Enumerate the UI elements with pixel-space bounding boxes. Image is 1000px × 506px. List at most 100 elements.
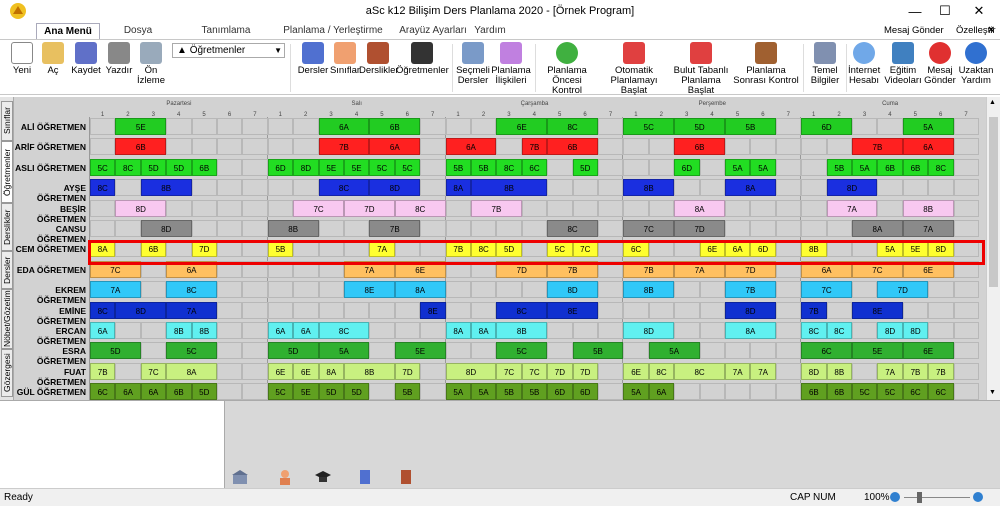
teacher-name[interactable]: ESRA ÖĞRETMEN — [14, 346, 89, 366]
lesson-card[interactable]: 8C — [801, 322, 827, 339]
lesson-card[interactable]: 6D — [750, 240, 776, 258]
empty-slot[interactable] — [953, 342, 979, 360]
empty-slot[interactable] — [699, 158, 725, 176]
empty-slot[interactable] — [725, 220, 751, 237]
empty-slot[interactable] — [598, 362, 624, 380]
lesson-card[interactable]: 5B — [496, 383, 522, 400]
lesson-card[interactable]: 6B — [877, 158, 903, 176]
empty-slot[interactable] — [775, 118, 802, 135]
empty-slot[interactable] — [267, 179, 294, 197]
empty-slot[interactable] — [420, 118, 446, 135]
lesson-card[interactable]: 8C — [90, 301, 116, 319]
lesson-card[interactable]: 8C — [496, 301, 548, 319]
lesson-card[interactable]: 7C — [521, 362, 548, 380]
empty-slot[interactable] — [293, 260, 319, 278]
book-icon[interactable] — [357, 469, 373, 485]
empty-slot[interactable] — [928, 179, 954, 197]
lesson-card[interactable]: 8A — [318, 362, 344, 380]
bulut-planlama-button[interactable]: Bulut Tabanlı Planlama Başlat — [670, 42, 732, 96]
yeni-button[interactable]: Yeni — [9, 42, 35, 76]
lesson-card[interactable]: 7B — [445, 240, 471, 258]
lesson-card[interactable]: 6A — [725, 240, 751, 258]
yazdir-button[interactable]: Yazdır — [104, 42, 134, 76]
lesson-card[interactable]: 8C — [471, 240, 497, 258]
lesson-card[interactable]: 7B — [318, 138, 370, 156]
lesson-card[interactable]: 8C — [318, 322, 370, 339]
lesson-card[interactable]: 5C — [877, 383, 903, 400]
lesson-card[interactable]: 5D — [90, 342, 141, 360]
empty-slot[interactable] — [217, 342, 243, 360]
lesson-card[interactable]: 8D — [826, 179, 878, 197]
empty-slot[interactable] — [750, 342, 776, 360]
empty-slot[interactable] — [699, 301, 725, 319]
lesson-card[interactable]: 6A — [140, 383, 167, 400]
empty-slot[interactable] — [318, 301, 344, 319]
empty-slot[interactable] — [166, 240, 192, 258]
empty-slot[interactable] — [242, 342, 268, 360]
lesson-card[interactable]: 5D — [344, 383, 370, 400]
empty-slot[interactable] — [775, 158, 802, 176]
lesson-card[interactable]: 5C — [547, 240, 573, 258]
lesson-card[interactable]: 7A — [674, 260, 725, 278]
empty-slot[interactable] — [725, 383, 751, 400]
empty-slot[interactable] — [293, 138, 319, 156]
lesson-card[interactable]: 7A — [750, 362, 776, 380]
lesson-card[interactable]: 7B — [902, 362, 929, 380]
lesson-card[interactable]: 5E — [293, 383, 319, 400]
empty-slot[interactable] — [471, 281, 497, 299]
teacher-name[interactable]: CEM ÖĞRETMEN — [14, 244, 89, 254]
lesson-card[interactable]: 6D — [801, 118, 852, 135]
lesson-card[interactable]: 6E — [699, 240, 725, 258]
empty-slot[interactable] — [699, 342, 725, 360]
empty-slot[interactable] — [445, 118, 471, 135]
teacher-name[interactable]: EKREM ÖĞRETMEN — [14, 285, 89, 305]
lesson-card[interactable]: 8C — [928, 158, 954, 176]
lesson-card[interactable]: 8D — [369, 179, 421, 197]
zoom-slider[interactable] — [904, 497, 970, 498]
lesson-card[interactable]: 8C — [648, 362, 675, 380]
lesson-card[interactable]: 6E — [902, 342, 954, 360]
teacher-name[interactable]: EDA ÖĞRETMEN — [14, 265, 89, 275]
lesson-card[interactable]: 6B — [547, 138, 598, 156]
lesson-card[interactable]: 8B — [471, 179, 548, 197]
lesson-card[interactable]: 7A — [725, 362, 751, 380]
lesson-card[interactable]: 7C — [572, 240, 598, 258]
lesson-card[interactable]: 7C — [801, 281, 852, 299]
teacher-name[interactable]: ARİF ÖĞRETMEN — [14, 142, 89, 152]
empty-slot[interactable] — [674, 301, 700, 319]
lesson-card[interactable]: 6E — [623, 362, 649, 380]
empty-slot[interactable] — [293, 118, 319, 135]
lesson-card[interactable]: 5D — [674, 118, 725, 135]
empty-slot[interactable] — [725, 199, 751, 217]
lesson-card[interactable]: 7B — [928, 362, 954, 380]
lesson-card[interactable]: 8B — [191, 322, 217, 339]
empty-slot[interactable] — [648, 199, 675, 217]
lesson-card[interactable]: 8C — [166, 281, 217, 299]
empty-slot[interactable] — [521, 199, 548, 217]
lesson-card[interactable]: 6D — [547, 383, 573, 400]
tab-yardim[interactable]: Yardım — [470, 23, 510, 39]
empty-slot[interactable] — [953, 118, 979, 135]
scroll-down-icon[interactable]: ▼ — [989, 389, 998, 397]
empty-slot[interactable] — [674, 383, 700, 400]
lesson-card[interactable]: 8D — [725, 301, 776, 319]
lesson-card[interactable]: 7B — [471, 199, 522, 217]
lesson-card[interactable]: 7D — [877, 281, 929, 299]
empty-slot[interactable] — [191, 118, 217, 135]
empty-slot[interactable] — [191, 199, 217, 217]
derslikler-button[interactable]: Derslikler — [359, 42, 399, 76]
empty-slot[interactable] — [217, 138, 243, 156]
lesson-card[interactable]: 7B — [623, 260, 675, 278]
empty-slot[interactable] — [928, 322, 954, 339]
empty-slot[interactable] — [140, 342, 167, 360]
empty-slot[interactable] — [191, 179, 217, 197]
side-tab-derslikler[interactable]: Derslikler — [1, 203, 13, 251]
lesson-card[interactable]: 7A — [902, 220, 954, 237]
close-ribbon-icon[interactable]: × — [988, 24, 994, 36]
empty-slot[interactable] — [369, 383, 395, 400]
empty-slot[interactable] — [598, 199, 624, 217]
lesson-card[interactable]: 7B — [725, 281, 776, 299]
lesson-card[interactable]: 7D — [191, 240, 217, 258]
lesson-card[interactable]: 8D — [902, 322, 929, 339]
side-tab-siniflar[interactable]: Sınıflar — [1, 101, 13, 141]
